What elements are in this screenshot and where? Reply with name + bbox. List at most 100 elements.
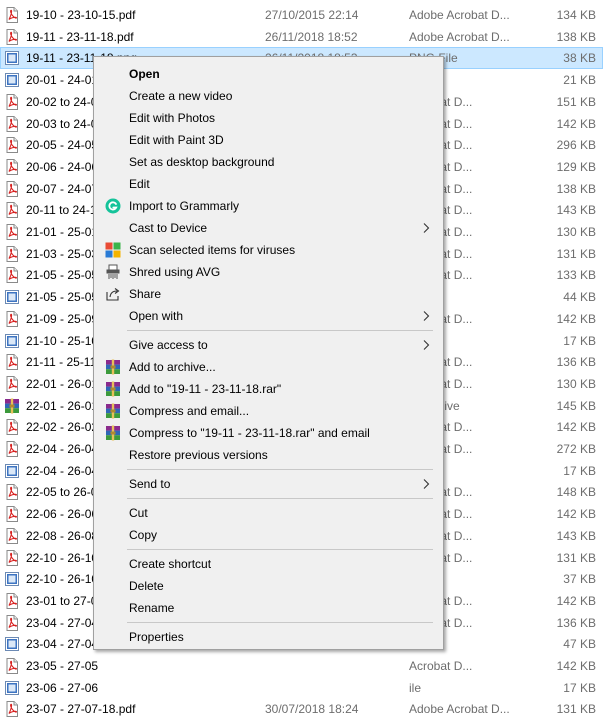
menu-item-label: Set as desktop background <box>129 155 275 169</box>
submenu-arrow-icon <box>421 222 431 234</box>
submenu-arrow-icon <box>421 339 431 351</box>
menu-item-edit-with-photos[interactable]: Edit with Photos <box>96 107 441 129</box>
menu-item-copy[interactable]: Copy <box>96 524 441 546</box>
file-size: 145 KB <box>556 398 596 413</box>
winrar-icon <box>105 381 121 397</box>
png-file-icon <box>4 333 20 349</box>
menu-item-give-access-to[interactable]: Give access to <box>96 334 441 356</box>
pdf-file-icon <box>4 419 20 436</box>
file-size: 296 KB <box>556 138 596 153</box>
file-size: 143 KB <box>556 528 596 543</box>
submenu-arrow-icon <box>421 478 431 490</box>
pdf-file-icon <box>4 658 20 674</box>
pdf-file-icon <box>4 354 20 371</box>
file-size: 136 KB <box>556 615 596 630</box>
menu-item-open-with[interactable]: Open with <box>96 305 441 327</box>
menu-item-rename[interactable]: Rename <box>96 597 441 619</box>
menu-separator <box>127 469 433 470</box>
file-row[interactable]: 23-05 - 27-05 Acrobat D... 142 KB <box>0 655 603 677</box>
menu-item-label: Delete <box>129 579 164 593</box>
menu-item-add-to-19-11-23-11-18-rar[interactable]: Add to "19-11 - 23-11-18.rar" <box>96 378 441 400</box>
file-row[interactable]: 23-06 - 27-06 ile 17 KB <box>0 677 603 699</box>
menu-item-label: Properties <box>129 630 184 644</box>
menu-item-add-to-archive[interactable]: Add to archive... <box>96 356 441 378</box>
menu-item-label: Restore previous versions <box>129 448 268 462</box>
menu-item-set-as-desktop-background[interactable]: Set as desktop background <box>96 151 441 173</box>
pdf-file-icon <box>4 158 20 175</box>
menu-item-create-shortcut[interactable]: Create shortcut <box>96 553 441 575</box>
menu-separator <box>127 622 433 623</box>
menu-item-compress-to-19-11-23-11-18-rar-and-email[interactable]: Compress to "19-11 - 23-11-18.rar" and e… <box>96 422 441 444</box>
pdf-file-icon <box>4 7 20 23</box>
pdf-file-icon <box>4 115 20 132</box>
pdf-file-icon <box>4 614 20 631</box>
menu-item-label: Compress to "19-11 - 23-11-18.rar" and e… <box>129 426 370 440</box>
png-file-icon <box>4 571 20 587</box>
file-size: 138 KB <box>556 29 596 44</box>
pdf-file-icon <box>4 267 20 284</box>
menu-item-restore-previous-versions[interactable]: Restore previous versions <box>96 444 441 466</box>
menu-item-import-to-grammarly[interactable]: Import to Grammarly <box>96 195 441 217</box>
png-file-icon <box>4 680 20 696</box>
shredder-icon <box>105 264 121 280</box>
menu-item-label: Send to <box>129 477 171 491</box>
file-size: 38 KB <box>563 51 596 66</box>
file-size: 131 KB <box>556 550 596 565</box>
menu-item-scan-selected-items-for-viruses[interactable]: Scan selected items for viruses <box>96 239 441 261</box>
menu-item-label: Share <box>129 287 162 301</box>
pdf-file-icon <box>4 592 20 609</box>
file-size: 44 KB <box>563 290 596 305</box>
file-date-modified: 30/07/2018 18:24 <box>265 702 359 717</box>
file-size: 143 KB <box>556 203 596 218</box>
file-size: 142 KB <box>556 311 596 326</box>
pdf-file-icon <box>4 701 20 718</box>
file-size: 151 KB <box>556 94 596 109</box>
menu-item-label: Shred using AVG <box>129 265 221 279</box>
menu-item-label: Compress and email... <box>129 404 250 418</box>
menu-item-cut[interactable]: Cut <box>96 502 441 524</box>
menu-item-properties[interactable]: Properties <box>96 626 441 648</box>
file-size: 130 KB <box>556 225 596 239</box>
menu-item-label: Rename <box>129 601 175 615</box>
menu-item-delete[interactable]: Delete <box>96 575 441 597</box>
menu-item-edit-with-paint-3d[interactable]: Edit with Paint 3D <box>96 129 441 151</box>
pdf-file-icon <box>4 137 20 154</box>
menu-item-label: Open with <box>129 309 184 323</box>
file-size: 17 KB <box>563 463 596 478</box>
menu-item-label: Scan selected items for viruses <box>129 243 296 257</box>
menu-item-label: Edit with Photos <box>129 111 216 125</box>
png-file-icon <box>4 72 20 88</box>
menu-item-share[interactable]: Share <box>96 283 441 305</box>
menu-separator <box>127 330 433 331</box>
file-row[interactable]: 19-10 - 23-10-15.pdf 27/10/2015 22:14 Adob… <box>0 4 603 26</box>
file-name: 23-06 - 27-06 <box>26 680 99 695</box>
file-size: 148 KB <box>556 485 596 500</box>
menu-item-compress-and-email[interactable]: Compress and email... <box>96 400 441 422</box>
pdf-file-icon <box>4 484 20 501</box>
winrar-icon <box>105 359 121 375</box>
pdf-file-icon <box>4 527 20 544</box>
menu-item-label: Create shortcut <box>129 557 212 571</box>
submenu-arrow-icon <box>421 310 431 322</box>
file-row[interactable]: 23-07 - 27-07-18.pdf 30/07/2018 18:24 Adob… <box>0 698 603 720</box>
pdf-file-icon <box>4 180 20 197</box>
menu-separator <box>127 498 433 499</box>
antivirus-scan-icon <box>105 242 121 258</box>
png-file-icon <box>4 289 20 305</box>
file-size: 131 KB <box>556 702 596 717</box>
menu-item-send-to[interactable]: Send to <box>96 473 441 495</box>
file-name: 19-11 - 23-11-18.pdf <box>26 29 134 44</box>
menu-item-shred-using-avg[interactable]: Shred using AVG <box>96 261 441 283</box>
file-size: 138 KB <box>556 181 596 196</box>
menu-item-edit[interactable]: Edit <box>96 173 441 195</box>
file-size: 131 KB <box>556 246 596 261</box>
share-icon <box>105 286 121 302</box>
menu-item-cast-to-device[interactable]: Cast to Device <box>96 217 441 239</box>
menu-item-label: Import to Grammarly <box>129 199 240 213</box>
file-row[interactable]: 19-11 - 23-11-18.pdf 26/11/2018 18:52 Adob… <box>0 26 603 48</box>
file-date-modified: 27/10/2015 22:14 <box>265 8 359 22</box>
file-size: 17 KB <box>563 333 596 348</box>
menu-item-open[interactable]: Open <box>96 63 441 85</box>
menu-item-create-a-new-video[interactable]: Create a new video <box>96 85 441 107</box>
png-file-icon <box>4 50 20 66</box>
